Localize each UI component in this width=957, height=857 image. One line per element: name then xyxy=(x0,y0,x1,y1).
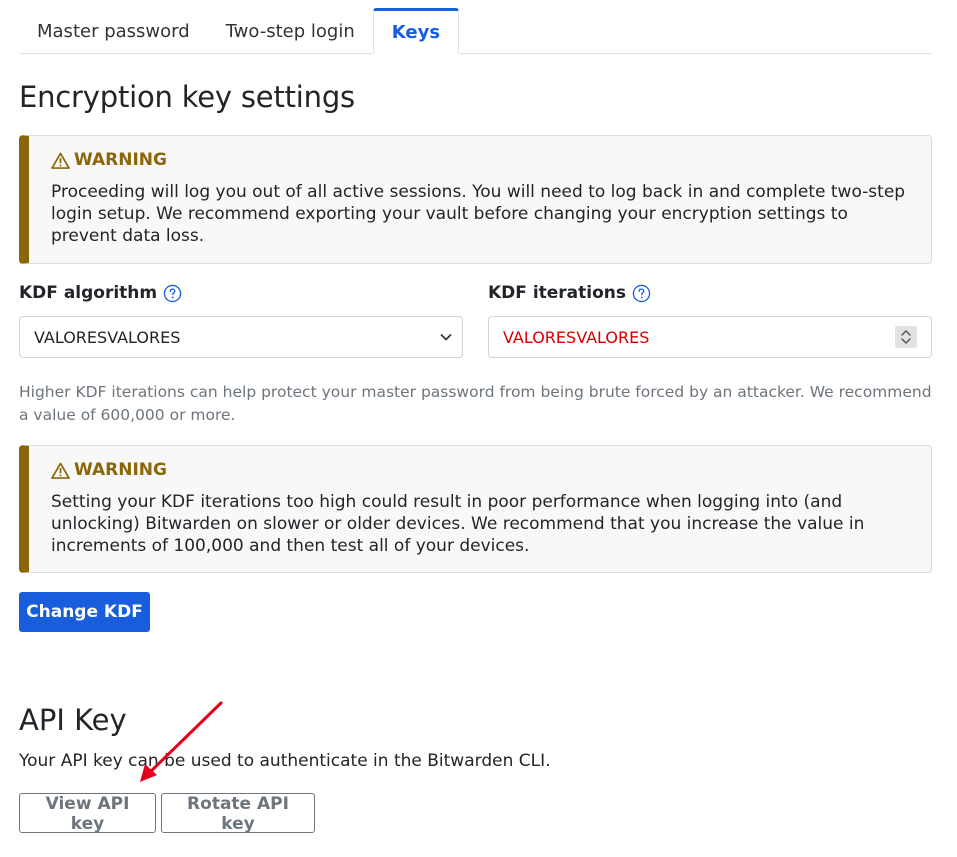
warning-heading: WARNING xyxy=(51,460,909,480)
warning-callout-performance: WARNING Setting your KDF iterations too … xyxy=(19,445,932,573)
kdf-algorithm-value: VALORESVALORES xyxy=(34,327,181,347)
warning-heading: WARNING xyxy=(51,150,909,170)
kdf-iterations-input[interactable]: VALORESVALORES xyxy=(488,316,932,358)
tab-keys[interactable]: Keys xyxy=(372,8,460,54)
settings-tabs: Master password Two-step login Keys xyxy=(19,0,932,54)
annotation-arrow xyxy=(140,701,223,782)
view-api-key-button[interactable]: View API key xyxy=(19,793,156,834)
kdf-iterations-label: KDF iterations xyxy=(488,283,651,303)
kdf-help-text: Higher KDF iterations can help protect y… xyxy=(19,383,932,424)
spinner-arrows-icon xyxy=(901,330,911,344)
number-spinner-icon[interactable] xyxy=(895,326,917,348)
change-kdf-button[interactable]: Change KDF xyxy=(19,592,150,632)
warning-callout-sessions: WARNING Proceeding will log you out of a… xyxy=(19,135,932,264)
encryption-settings-title: Encryption key settings xyxy=(19,80,355,114)
tab-master-password[interactable]: Master password xyxy=(18,9,208,53)
tab-two-step-login[interactable]: Two-step login xyxy=(208,9,373,53)
rotate-api-key-button[interactable]: Rotate API key xyxy=(161,793,315,834)
warning-triangle-icon xyxy=(51,152,70,169)
question-circle-icon[interactable] xyxy=(632,284,651,303)
warning-heading-text: WARNING xyxy=(74,460,167,480)
kdf-algorithm-label: KDF algorithm xyxy=(19,283,182,303)
api-key-description: Your API key can be used to authenticate… xyxy=(19,751,551,771)
page: Master password Two-step login Keys Encr… xyxy=(19,0,932,834)
kdf-algorithm-label-text: KDF algorithm xyxy=(19,283,158,303)
question-circle-icon[interactable] xyxy=(163,284,182,303)
kdf-iterations-label-text: KDF iterations xyxy=(488,283,627,303)
warning-body-text: Proceeding will log you out of all activ… xyxy=(51,182,906,246)
kdf-algorithm-select[interactable]: VALORESVALORES xyxy=(19,316,463,358)
warning-heading-text: WARNING xyxy=(74,150,167,170)
kdf-iterations-value: VALORESVALORES xyxy=(503,327,650,347)
warning-triangle-icon xyxy=(51,462,70,479)
warning-body-text: Setting your KDF iterations too high cou… xyxy=(51,492,865,556)
chevron-down-icon xyxy=(440,334,452,341)
api-key-title: API Key xyxy=(19,703,127,737)
